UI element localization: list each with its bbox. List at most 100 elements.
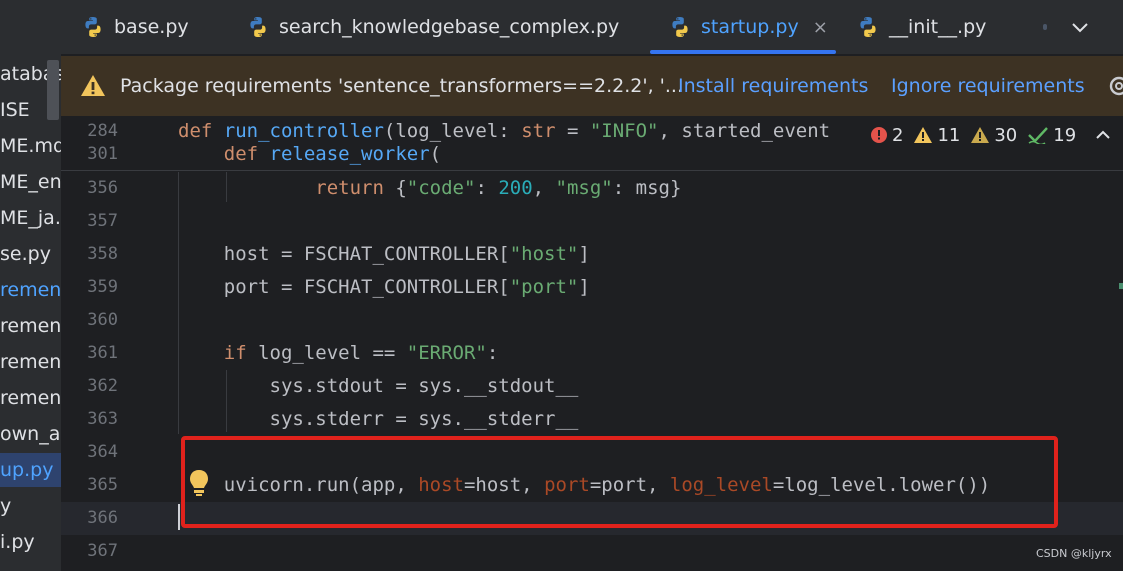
chevron-up-icon[interactable] <box>1094 126 1112 144</box>
code-token: "msg" <box>555 177 613 199</box>
project-tree-item[interactable]: rement <box>0 381 61 415</box>
code-token: : <box>475 177 499 199</box>
tab-scroll-dot <box>1043 24 1047 30</box>
code-token: { <box>395 177 407 199</box>
code-text: def release_worker( <box>178 138 441 171</box>
code-token: ( <box>429 143 442 165</box>
code-text: return {"code": 200, "msg": msg} <box>178 172 681 205</box>
line-number: 367 <box>87 541 118 561</box>
warning-count[interactable]: 11 <box>913 125 960 146</box>
tab-init-py[interactable]: __init__.py <box>856 0 986 54</box>
indent-guide <box>226 172 227 202</box>
line-number: 363 <box>87 409 118 429</box>
code-text: host = FSCHAT_CONTROLLER["host"] <box>178 238 590 271</box>
weak-warning-count-value: 30 <box>994 124 1018 146</box>
python-file-icon <box>860 17 876 37</box>
code-token: "host" <box>509 243 579 265</box>
install-requirements-link[interactable]: Install requirements <box>678 56 868 116</box>
code-token: if <box>178 342 259 364</box>
code-text: port = FSCHAT_CONTROLLER["port"] <box>178 271 590 304</box>
tab-label: base.py <box>114 16 189 38</box>
gear-icon[interactable] <box>1105 72 1123 100</box>
code-token: release_worker <box>269 143 430 165</box>
project-tree-item[interactable]: rement <box>0 273 61 307</box>
code-line[interactable]: 360 <box>61 304 1123 337</box>
package-requirements-banner: Package requirements 'sentence_transform… <box>61 56 1123 116</box>
banner-message: Package requirements 'sentence_transform… <box>120 75 684 97</box>
code-token: log_level == <box>258 342 407 364</box>
code-token: , <box>532 177 556 199</box>
watermark: CSDN @kljyrx <box>1036 547 1112 560</box>
project-tree-item[interactable]: ME_ja.r <box>0 201 61 235</box>
error-count[interactable]: 2 <box>870 125 903 146</box>
typo-check-icon <box>1028 127 1049 144</box>
project-tree-item[interactable]: ME.md <box>0 129 61 163</box>
code-token: ] <box>578 243 590 265</box>
code-line[interactable]: 362 sys.stdout = sys.__stdout__ <box>61 370 1123 403</box>
code-token: : <box>486 342 499 364</box>
warning-icon <box>914 127 933 143</box>
error-icon <box>871 127 887 143</box>
indent-guide <box>226 370 227 432</box>
project-tree-item[interactable]: i.py <box>0 525 61 559</box>
code-token: def <box>178 143 270 165</box>
code-token: "ERROR" <box>406 342 487 364</box>
line-number: 356 <box>87 178 118 198</box>
project-tree-item[interactable]: se.py <box>0 237 61 271</box>
code-token: host = FSCHAT_CONTROLLER[ <box>178 243 510 265</box>
code-line[interactable]: 361 if log_level == "ERROR": <box>61 337 1123 370</box>
python-file-icon <box>672 17 688 37</box>
code-line[interactable]: 358 host = FSCHAT_CONTROLLER["host"] <box>61 238 1123 271</box>
code-line[interactable]: 359 port = FSCHAT_CONTROLLER["port"] <box>61 271 1123 304</box>
project-tree-item[interactable]: rement <box>0 309 61 343</box>
weak-warning-count[interactable]: 30 <box>970 125 1017 146</box>
project-tree-item[interactable]: own_a <box>0 417 61 451</box>
code-token: 200 <box>498 177 533 199</box>
lightbulb-icon[interactable] <box>188 468 210 498</box>
project-tree-item[interactable]: rement <box>0 345 61 379</box>
python-file-icon <box>250 17 266 37</box>
tab-label: startup.py <box>701 16 799 38</box>
tab-base-py[interactable]: base.py <box>81 0 189 54</box>
code-token: return <box>178 177 396 199</box>
ignore-requirements-link[interactable]: Ignore requirements <box>891 56 1085 116</box>
line-number: 357 <box>87 211 118 231</box>
inspections-widget[interactable]: 2 11 30 19 <box>870 120 1116 150</box>
code-line[interactable]: 363 sys.stderr = sys.__stderr__ <box>61 403 1123 436</box>
line-number: 361 <box>87 343 118 363</box>
project-scrollbar[interactable] <box>47 60 59 120</box>
code-text: sys.stdout = sys.__stdout__ <box>178 370 579 403</box>
line-number: 358 <box>87 244 118 264</box>
line-number: 359 <box>87 277 118 297</box>
tab-startup-py[interactable]: startup.py × <box>650 0 836 54</box>
typo-count[interactable]: 19 <box>1027 125 1076 146</box>
code-text: sys.stderr = sys.__stderr__ <box>178 403 579 436</box>
python-file-icon <box>85 17 101 37</box>
typo-count-value: 19 <box>1053 124 1077 146</box>
code-line[interactable]: 357 <box>61 205 1123 238</box>
chevron-down-icon[interactable] <box>1069 16 1091 38</box>
code-text: if log_level == "ERROR": <box>178 337 499 370</box>
line-number: 365 <box>87 475 118 495</box>
highlight-annotation <box>181 436 1058 528</box>
line-number: 366 <box>87 508 118 528</box>
project-tree-item[interactable]: up.py <box>0 453 61 487</box>
project-tree-item[interactable]: y <box>0 489 61 523</box>
line-number: 360 <box>87 310 118 330</box>
line-number: 364 <box>87 442 118 462</box>
code-line[interactable]: 356 return {"code": 200, "msg": msg} <box>61 172 1123 205</box>
code-token: sys.stderr = sys.__stderr__ <box>178 408 579 430</box>
text-caret <box>178 504 180 530</box>
sticky-lines-divider <box>61 170 1123 171</box>
code-token: sys.stdout = sys.__stdout__ <box>178 375 579 397</box>
error-count-value: 2 <box>892 124 904 146</box>
tab-search-knowledgebase-complex-py[interactable]: search_knowledgebase_complex.py <box>246 0 619 54</box>
close-tab-icon[interactable]: × <box>813 17 828 38</box>
code-token: "port" <box>509 276 579 298</box>
code-line[interactable]: 367 <box>61 535 1123 568</box>
editor-tab-bar: base.py search_knowledgebase_complex.py … <box>61 0 1123 54</box>
warning-icon <box>81 75 105 96</box>
code-token: "code" <box>406 177 476 199</box>
code-token: : msg} <box>612 177 682 199</box>
project-tree-item[interactable]: ME_en <box>0 165 61 199</box>
